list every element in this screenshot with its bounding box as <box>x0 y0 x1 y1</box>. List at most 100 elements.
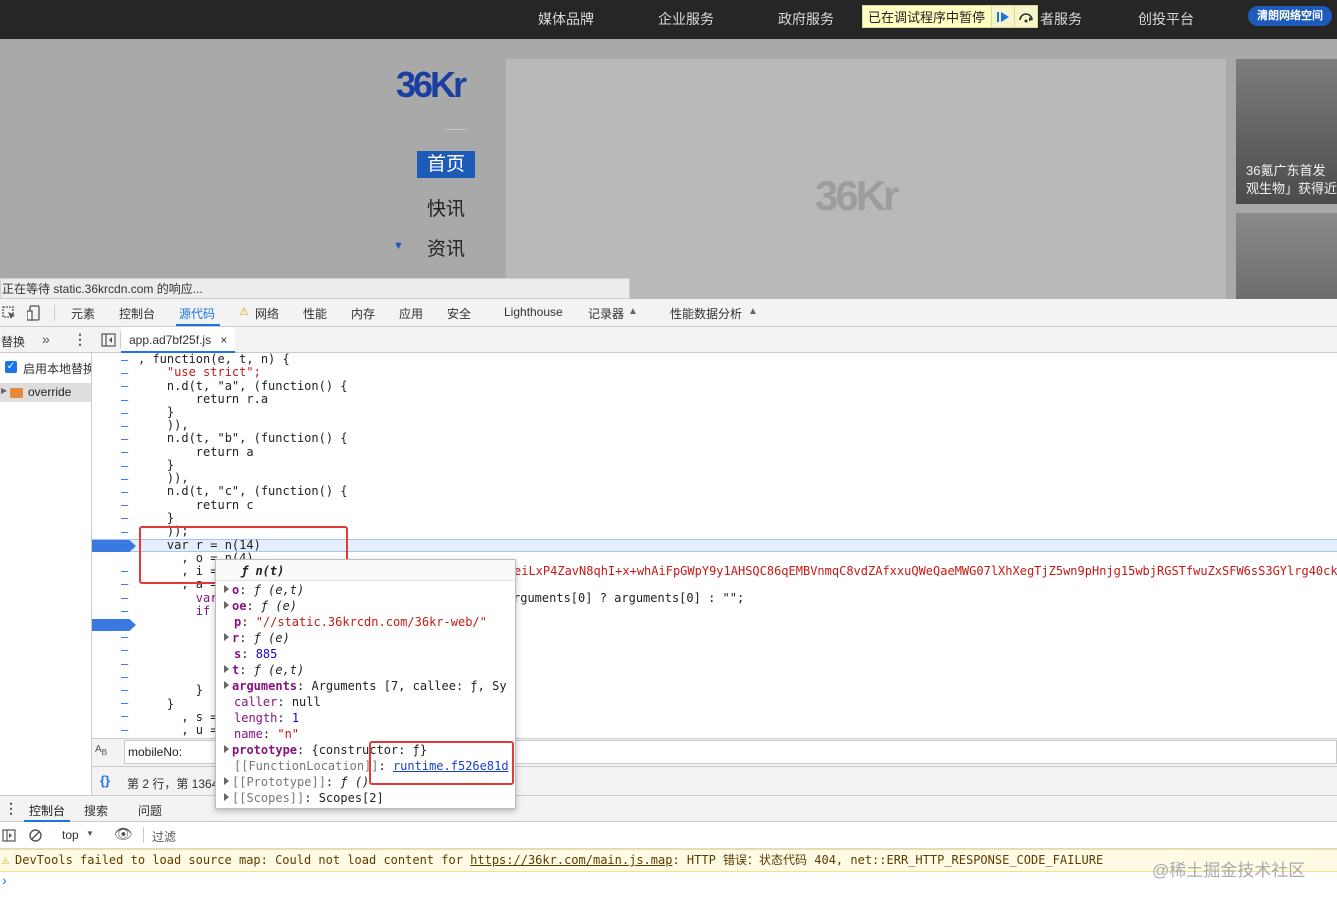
tab-sources[interactable]: 源代码 <box>179 305 215 322</box>
resume-button[interactable] <box>991 6 1015 27</box>
gutter-dash: – <box>121 709 129 723</box>
match-case-icon[interactable]: AB <box>95 744 107 757</box>
inspect-element-icon[interactable] <box>2 306 16 320</box>
code-line-2: "use strict"; <box>138 365 261 379</box>
warning-icon: ⚠ <box>239 306 249 318</box>
drawer-tab-search[interactable]: 搜索 <box>84 802 108 819</box>
device-toolbar-icon[interactable] <box>27 305 41 321</box>
popover-row: p: "//static.36krcdn.com/36kr-web/" <box>234 615 487 629</box>
nav-home-active[interactable]: 首页 <box>417 151 475 178</box>
step-over-button[interactable] <box>1014 6 1038 27</box>
side-news-card-2[interactable] <box>1236 213 1337 299</box>
more-tabs-button[interactable]: » <box>42 331 50 347</box>
tab-lighthouse[interactable]: Lighthouse <box>504 305 563 319</box>
nav-investor-services[interactable]: 者服务 <box>1040 9 1082 29</box>
nav-venture-platform[interactable]: 创投平台 <box>1138 9 1194 29</box>
expand-triangle-icon[interactable] <box>224 777 229 785</box>
enable-overrides-checkbox[interactable]: ✓ <box>5 361 17 373</box>
kebab-menu-icon[interactable]: ⋮ <box>73 331 87 348</box>
code-line-29: , u = <box>138 723 218 737</box>
console-prompt[interactable]: › <box>2 872 7 888</box>
breakpoint-marker-2[interactable] <box>92 619 136 631</box>
collapse-arrow-icon[interactable]: ▶ <box>1 386 7 395</box>
popover-row[interactable]: [[Scopes]]: Scopes[2] <box>224 790 384 806</box>
popover-value: ƒ (e) <box>253 631 290 645</box>
popover-key: oe <box>232 599 247 613</box>
toggle-navigator-icon[interactable] <box>101 333 116 347</box>
popover-value: 885 <box>255 647 278 661</box>
paused-label: 已在调试程序中暂停 <box>868 10 986 25</box>
tab-recorder[interactable]: 记录器 <box>588 305 624 322</box>
drawer-menu-icon[interactable]: ⋮ <box>4 800 18 817</box>
drawer-tab-bar: ⋮ 控制台 搜索 问题 <box>0 795 1337 822</box>
long-key-string: eiLxP4ZavN8qhI+x+whAiFpGWpY9y1AHSQC86qEM… <box>514 564 1337 578</box>
popover-value: ƒ (e) <box>260 599 298 613</box>
experiment-flask-icon-2: ▲ <box>748 306 758 317</box>
gutter-dash: – <box>121 445 129 459</box>
tab-memory[interactable]: 内存 <box>351 305 375 322</box>
console-filter-input[interactable]: 过滤 <box>152 828 176 845</box>
console-toolbar: top ▼ 👁 过滤 <box>0 822 1337 849</box>
expand-triangle-icon[interactable] <box>224 601 229 609</box>
tab-elements[interactable]: 元素 <box>71 305 95 322</box>
popover-value: 1 <box>291 711 300 725</box>
cursor-position: 第 2 行，第 1364 <box>127 777 219 791</box>
expand-triangle-icon[interactable] <box>224 665 229 673</box>
dropdown-arrow-icon[interactable]: ▼ <box>86 829 94 838</box>
popover-row[interactable]: r: ƒ (e) <box>224 630 290 646</box>
context-selector[interactable]: top <box>62 828 79 842</box>
expand-triangle-icon[interactable] <box>224 793 229 801</box>
nav-flash-news[interactable]: 快讯 <box>427 194 465 221</box>
tab-performance-insights[interactable]: 性能数据分析 <box>670 305 742 322</box>
popover-key: name <box>234 727 263 741</box>
editor-tab-bar: app.ad7bf25f.js × <box>92 327 1337 353</box>
source-map-link[interactable]: https://36kr.com/main.js.map <box>470 853 672 867</box>
file-tab-app-js[interactable]: app.ad7bf25f.js × <box>121 327 236 353</box>
debugger-paused-banner: 已在调试程序中暂停 <box>862 5 1039 28</box>
expand-triangle-icon[interactable] <box>224 633 229 641</box>
nav-government-services[interactable]: 政府服务 <box>778 9 834 29</box>
popover-row[interactable]: t: ƒ (e,t) <box>224 662 304 678</box>
gutter-dash: – <box>121 379 129 393</box>
expand-arrow-icon[interactable]: ▼ <box>393 240 404 252</box>
tab-overrides[interactable]: 替换 <box>1 333 25 350</box>
popover-value: "//static.36krcdn.com/36kr-web/" <box>255 615 487 629</box>
clean-cyberspace-badge[interactable]: 清朗网络空间 <box>1248 6 1332 26</box>
expand-triangle-icon[interactable] <box>224 681 229 689</box>
show-sidebar-icon[interactable] <box>2 829 16 842</box>
popover-row[interactable]: oe: ƒ (e) <box>224 598 297 614</box>
popover-row[interactable]: o: ƒ (e,t) <box>224 582 304 598</box>
popover-row: name: "n" <box>234 727 300 741</box>
tab-network[interactable]: 网络 <box>255 305 279 322</box>
popover-row: length: 1 <box>234 711 300 725</box>
side-news-card-text: 36氪广东首发 观生物」获得近 <box>1246 162 1337 198</box>
close-tab-icon[interactable]: × <box>220 333 227 347</box>
code-line-20: if <box>138 604 211 618</box>
live-expression-eye-icon[interactable]: 👁 <box>114 825 133 843</box>
tab-performance[interactable]: 性能 <box>303 305 327 322</box>
tab-console[interactable]: 控制台 <box>119 305 155 322</box>
warning-text-prefix: DevTools failed to load source map: Coul… <box>15 853 471 867</box>
resume-icon <box>997 11 1010 22</box>
pretty-print-icon[interactable]: {} <box>100 773 110 788</box>
banner-logo: 36Kr <box>815 172 899 219</box>
site-logo[interactable]: 36Kr <box>396 64 467 106</box>
nav-enterprise-services[interactable]: 企业服务 <box>658 9 714 29</box>
popover-value: "n" <box>277 727 300 741</box>
popover-row[interactable]: arguments: Arguments [7, callee: ƒ, Sy <box>224 678 507 694</box>
active-tab-indicator <box>176 324 220 326</box>
gutter-dash: – <box>121 538 129 552</box>
nav-information[interactable]: 资讯 <box>427 234 465 261</box>
nav-media-brand[interactable]: 媒体品牌 <box>538 9 594 29</box>
drawer-tab-console[interactable]: 控制台 <box>29 802 65 819</box>
expand-triangle-icon[interactable] <box>224 745 229 753</box>
popover-row[interactable]: [[Prototype]]: ƒ () <box>224 774 369 790</box>
override-folder-row[interactable]: ▶ override <box>0 383 91 402</box>
drawer-tab-issues[interactable]: 问题 <box>138 802 162 819</box>
tab-application[interactable]: 应用 <box>399 305 423 322</box>
clear-console-icon[interactable] <box>29 829 42 842</box>
tab-security[interactable]: 安全 <box>447 305 471 322</box>
toolbar-divider <box>54 305 55 321</box>
juejin-watermark: @稀土掘金技术社区 <box>1152 861 1306 880</box>
expand-triangle-icon[interactable] <box>224 585 229 593</box>
